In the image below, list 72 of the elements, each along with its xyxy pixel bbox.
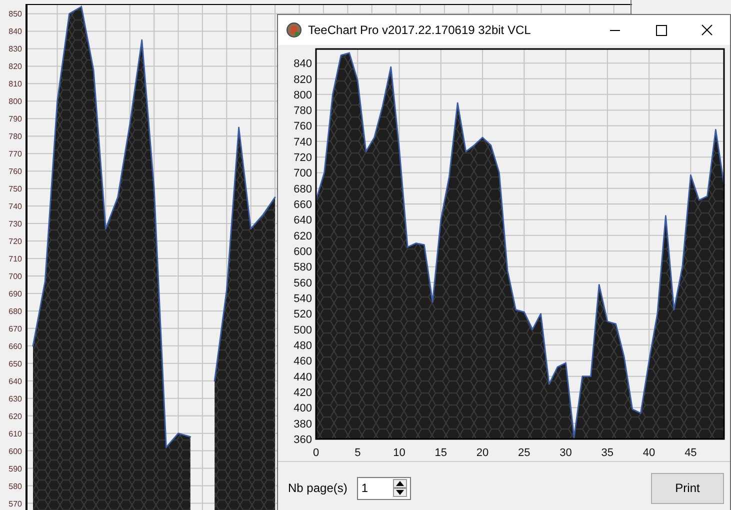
down-arrow-icon[interactable] <box>393 488 408 497</box>
y-axis-label: 600 <box>8 446 22 456</box>
y-axis-label: 680 <box>294 183 312 196</box>
y-axis-label: 400 <box>294 402 312 415</box>
x-axis-label: 15 <box>434 447 448 459</box>
y-axis-label: 570 <box>8 499 22 508</box>
y-axis-label: 480 <box>294 340 312 352</box>
y-axis-label: 520 <box>294 308 312 321</box>
y-axis-label: 810 <box>8 80 22 89</box>
y-axis-label: 800 <box>8 97 22 106</box>
y-axis-label: 800 <box>294 89 312 102</box>
y-axis-label: 440 <box>294 371 312 384</box>
y-axis-label: 780 <box>8 132 22 142</box>
y-axis-label: 750 <box>8 184 22 194</box>
y-axis-label: 650 <box>8 359 22 368</box>
x-axis-label: 10 <box>393 447 406 459</box>
y-axis-label: 840 <box>8 27 22 36</box>
y-axis-label: 660 <box>294 199 312 212</box>
window-title: TeeChart Pro v2017.22.170619 32bit VCL <box>308 23 531 37</box>
y-axis-label: 700 <box>8 272 22 281</box>
y-axis-label: 360 <box>294 434 312 446</box>
pages-value: 1 <box>361 481 370 495</box>
y-axis-label: 740 <box>8 202 22 212</box>
y-axis-label: 770 <box>8 150 22 159</box>
y-axis-label: 740 <box>294 136 312 148</box>
x-axis-label: 30 <box>560 447 572 459</box>
y-axis-label: 600 <box>294 246 312 258</box>
y-axis-label: 630 <box>8 394 22 404</box>
y-axis-label: 850 <box>8 10 22 19</box>
y-axis-label: 500 <box>294 324 312 336</box>
y-axis-label: 720 <box>8 237 22 246</box>
y-axis-label: 580 <box>294 262 312 274</box>
y-axis-label: 730 <box>8 220 22 229</box>
x-axis-label: 40 <box>642 447 656 459</box>
y-axis-label: 760 <box>8 167 22 176</box>
x-axis-label: 35 <box>601 447 614 459</box>
y-axis-label: 640 <box>294 214 312 227</box>
y-axis-label: 560 <box>294 277 312 290</box>
y-axis-label: 780 <box>294 105 312 118</box>
y-axis-label: 380 <box>294 418 312 430</box>
y-axis-label: 680 <box>8 306 22 316</box>
app-icon <box>286 22 302 38</box>
y-axis-label: 590 <box>8 464 22 474</box>
x-axis-label: 0 <box>312 447 320 459</box>
x-axis-label: 20 <box>476 447 489 459</box>
x-axis-label: 5 <box>354 447 361 459</box>
y-axis-label: 700 <box>294 168 312 180</box>
pages-label: Nb page(s) <box>288 481 348 495</box>
y-axis-label: 720 <box>294 152 312 164</box>
y-axis-label: 830 <box>8 44 22 54</box>
y-axis-label: 690 <box>8 289 22 298</box>
y-axis-label: 660 <box>8 342 22 351</box>
y-axis-label: 820 <box>8 62 22 72</box>
y-axis-label: 670 <box>8 324 22 334</box>
y-axis-label: 760 <box>294 120 312 133</box>
y-axis-label: 820 <box>294 74 312 86</box>
up-arrow-icon[interactable] <box>393 479 408 488</box>
y-axis-label: 580 <box>8 482 22 491</box>
x-axis-label: 45 <box>684 447 697 459</box>
y-axis-label: 840 <box>294 58 312 70</box>
y-axis-label: 620 <box>8 412 22 421</box>
y-axis-label: 790 <box>8 114 22 124</box>
x-axis-label: 25 <box>518 447 530 459</box>
y-axis-label: 710 <box>8 254 22 264</box>
print-button[interactable]: Print <box>651 472 724 504</box>
y-axis-label: 620 <box>294 230 312 242</box>
y-axis-label: 460 <box>294 356 312 368</box>
y-axis-label: 420 <box>294 387 312 399</box>
y-axis-label: 610 <box>8 429 22 438</box>
y-axis-label: 640 <box>8 376 22 386</box>
pages-spinner[interactable]: 1 <box>357 476 412 500</box>
y-axis-label: 540 <box>294 293 312 306</box>
